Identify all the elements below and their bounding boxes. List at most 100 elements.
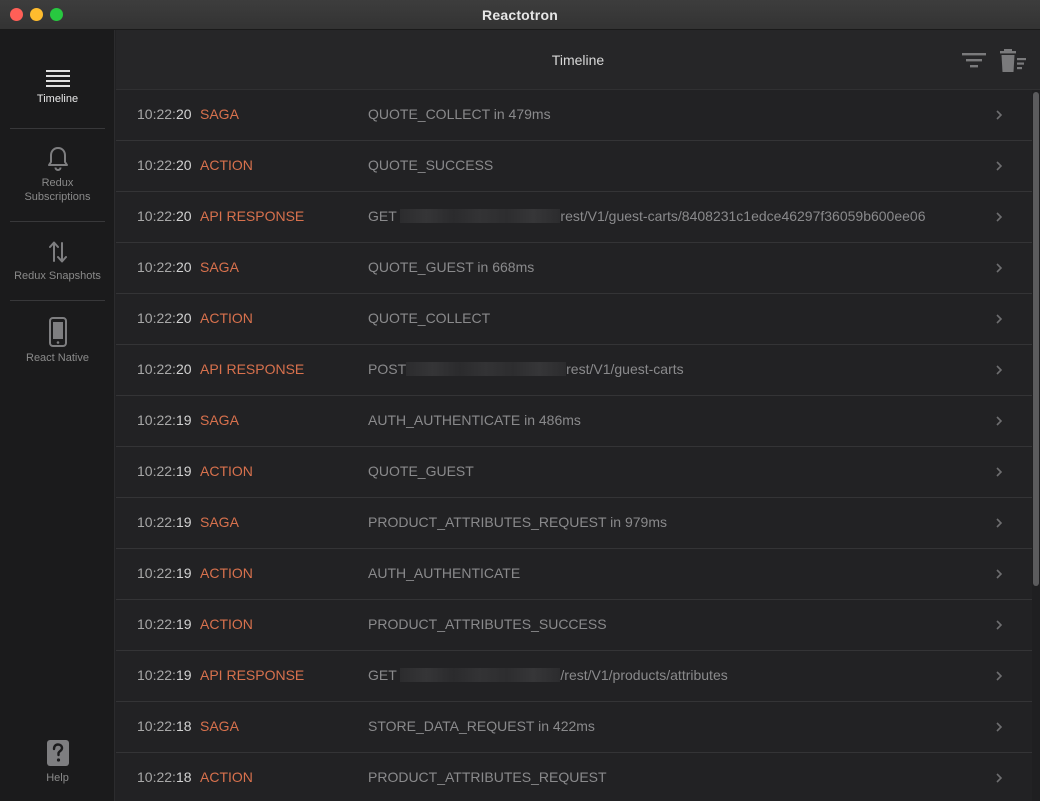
chevron-right-icon bbox=[996, 569, 1003, 579]
timeline-row[interactable]: 10:22:19 SAGA PRODUCT_ATTRIBUTES_REQUEST i… bbox=[116, 498, 1032, 549]
timestamp-hm: 10:22: bbox=[137, 463, 176, 479]
timestamp-hm: 10:22: bbox=[137, 412, 176, 428]
timestamp: 10:22:20 bbox=[137, 361, 192, 377]
event-type: SAGA bbox=[200, 106, 239, 122]
clear-button[interactable] bbox=[999, 48, 1027, 74]
event-message: AUTH_AUTHENTICATE bbox=[368, 565, 520, 581]
filter-icon bbox=[962, 53, 986, 68]
event-type: SAGA bbox=[200, 718, 239, 734]
page-title: Timeline bbox=[551, 52, 605, 68]
event-message: POST rest/V1/guest-carts bbox=[368, 361, 684, 377]
timestamp-hm: 10:22: bbox=[137, 514, 176, 530]
chevron-right-icon bbox=[996, 314, 1003, 324]
app-window: Reactotron Timeline Redux Subscriptions bbox=[0, 0, 1040, 801]
event-message-text: PRODUCT_ATTRIBUTES_REQUEST bbox=[368, 769, 607, 785]
sidebar-item-redux-subscriptions[interactable]: Redux Subscriptions bbox=[10, 146, 105, 204]
event-message: QUOTE_GUEST in 668ms bbox=[368, 259, 534, 275]
timestamp: 10:22:18 bbox=[137, 718, 192, 734]
event-type: ACTION bbox=[200, 157, 253, 173]
timestamp-hm: 10:22: bbox=[137, 616, 176, 632]
timestamp-seconds: 19 bbox=[175, 565, 192, 581]
redacted-host bbox=[400, 209, 561, 223]
sidebar-item-label: Help bbox=[46, 772, 69, 784]
chevron-right-icon bbox=[996, 671, 1003, 681]
timestamp-hm: 10:22: bbox=[137, 208, 176, 224]
sidebar-item-label: Redux Subscriptions bbox=[24, 177, 91, 203]
timeline-row[interactable]: 10:22:19 SAGA AUTH_AUTHENTICATE in 486ms bbox=[116, 396, 1032, 447]
event-type: API RESPONSE bbox=[200, 667, 305, 683]
timeline-row[interactable]: 10:22:20 API RESPONSE GET rest/V1/guest-ca… bbox=[116, 192, 1032, 243]
event-message-text: GET bbox=[368, 208, 401, 224]
timestamp: 10:22:18 bbox=[137, 769, 192, 785]
event-type: SAGA bbox=[200, 412, 239, 428]
timestamp: 10:22:19 bbox=[137, 412, 192, 428]
timeline-row[interactable]: 10:22:19 ACTION PRODUCT_ATTRIBUTES_SUCCESS bbox=[116, 600, 1032, 651]
title-bar: Reactotron bbox=[0, 0, 1040, 30]
timeline-row[interactable]: 10:22:18 SAGA STORE_DATA_REQUEST in 422ms bbox=[116, 702, 1032, 753]
timestamp: 10:22:19 bbox=[137, 565, 192, 581]
chevron-right-icon bbox=[996, 161, 1003, 171]
timestamp-seconds: 19 bbox=[175, 616, 192, 632]
event-type: ACTION bbox=[200, 565, 253, 581]
chevron-right-icon bbox=[996, 467, 1003, 477]
timestamp-seconds: 18 bbox=[175, 769, 192, 785]
timeline-row[interactable]: 10:22:20 SAGA QUOTE_GUEST in 668ms bbox=[116, 243, 1032, 294]
timestamp-seconds: 19 bbox=[175, 463, 192, 479]
trash-icon bbox=[1000, 49, 1026, 72]
timeline-row[interactable]: 10:22:20 ACTION QUOTE_SUCCESS bbox=[116, 141, 1032, 192]
swap-arrows-icon bbox=[48, 241, 67, 263]
timestamp-seconds: 18 bbox=[175, 718, 192, 734]
timestamp-seconds: 20 bbox=[175, 361, 192, 377]
event-message-text: QUOTE_GUEST bbox=[368, 463, 474, 479]
filter-button[interactable] bbox=[960, 48, 988, 74]
event-message-text: POST bbox=[368, 361, 407, 377]
timeline-row[interactable]: 10:22:18 ACTION PRODUCT_ATTRIBUTES_REQUEST bbox=[116, 753, 1032, 801]
sidebar-item-help[interactable]: Help bbox=[10, 739, 105, 785]
timestamp-hm: 10:22: bbox=[137, 769, 176, 785]
timeline-row[interactable]: 10:22:19 API RESPONSE GET /rest/V1/product… bbox=[116, 651, 1032, 702]
scrollbar[interactable] bbox=[1032, 90, 1040, 801]
timestamp-seconds: 20 bbox=[175, 208, 192, 224]
timeline-list: 10:22:20 SAGA QUOTE_COLLECT in 479ms 10:22:… bbox=[116, 90, 1032, 801]
timeline-row[interactable]: 10:22:20 ACTION QUOTE_COLLECT bbox=[116, 294, 1032, 345]
timestamp-seconds: 20 bbox=[175, 310, 192, 326]
event-message-text: GET bbox=[368, 667, 401, 683]
sidebar-item-timeline[interactable]: Timeline bbox=[10, 68, 105, 106]
scrollbar-thumb[interactable] bbox=[1033, 92, 1039, 586]
sidebar-item-label: Timeline bbox=[36, 93, 79, 105]
timeline-row[interactable]: 10:22:19 ACTION AUTH_AUTHENTICATE bbox=[116, 549, 1032, 600]
event-message: GET rest/V1/guest-carts/8408231c1edce462… bbox=[368, 208, 926, 224]
chevron-right-icon bbox=[996, 110, 1003, 120]
timestamp-hm: 10:22: bbox=[137, 565, 176, 581]
event-message-path: rest/V1/guest-carts bbox=[566, 361, 684, 377]
timestamp: 10:22:19 bbox=[137, 514, 192, 530]
event-message-text: AUTH_AUTHENTICATE in 486ms bbox=[368, 412, 581, 428]
chevron-right-icon bbox=[996, 365, 1003, 375]
event-message-text: PRODUCT_ATTRIBUTES_SUCCESS bbox=[368, 616, 607, 632]
chevron-right-icon bbox=[996, 518, 1003, 528]
timestamp: 10:22:20 bbox=[137, 157, 192, 173]
help-icon bbox=[46, 740, 69, 766]
event-message: PRODUCT_ATTRIBUTES_SUCCESS bbox=[368, 616, 607, 632]
redacted-host bbox=[400, 668, 561, 682]
timeline-row[interactable]: 10:22:19 ACTION QUOTE_GUEST bbox=[116, 447, 1032, 498]
timestamp: 10:22:20 bbox=[137, 310, 192, 326]
timeline-row[interactable]: 10:22:20 SAGA QUOTE_COLLECT in 479ms bbox=[116, 90, 1032, 141]
timestamp-hm: 10:22: bbox=[137, 259, 176, 275]
sidebar-item-redux-snapshots[interactable]: Redux Snapshots bbox=[10, 239, 105, 283]
event-message-text: PRODUCT_ATTRIBUTES_REQUEST in 979ms bbox=[368, 514, 667, 530]
event-message-text: QUOTE_SUCCESS bbox=[368, 157, 494, 173]
sidebar-item-react-native[interactable]: React Native bbox=[10, 317, 105, 365]
timestamp: 10:22:20 bbox=[137, 208, 192, 224]
timeline-header: Timeline bbox=[116, 30, 1040, 90]
event-message: STORE_DATA_REQUEST in 422ms bbox=[368, 718, 595, 734]
timestamp: 10:22:20 bbox=[137, 106, 192, 122]
phone-icon bbox=[48, 317, 67, 347]
sidebar-item-label: React Native bbox=[26, 352, 89, 364]
chevron-right-icon bbox=[996, 416, 1003, 426]
event-message-path: /rest/V1/products/attributes bbox=[560, 667, 728, 683]
event-message-path: rest/V1/guest-carts/8408231c1edce46297f3… bbox=[560, 208, 926, 224]
event-type: API RESPONSE bbox=[200, 208, 305, 224]
timeline-row[interactable]: 10:22:20 API RESPONSE POST rest/V1/guest-ca… bbox=[116, 345, 1032, 396]
timestamp-seconds: 20 bbox=[175, 259, 192, 275]
